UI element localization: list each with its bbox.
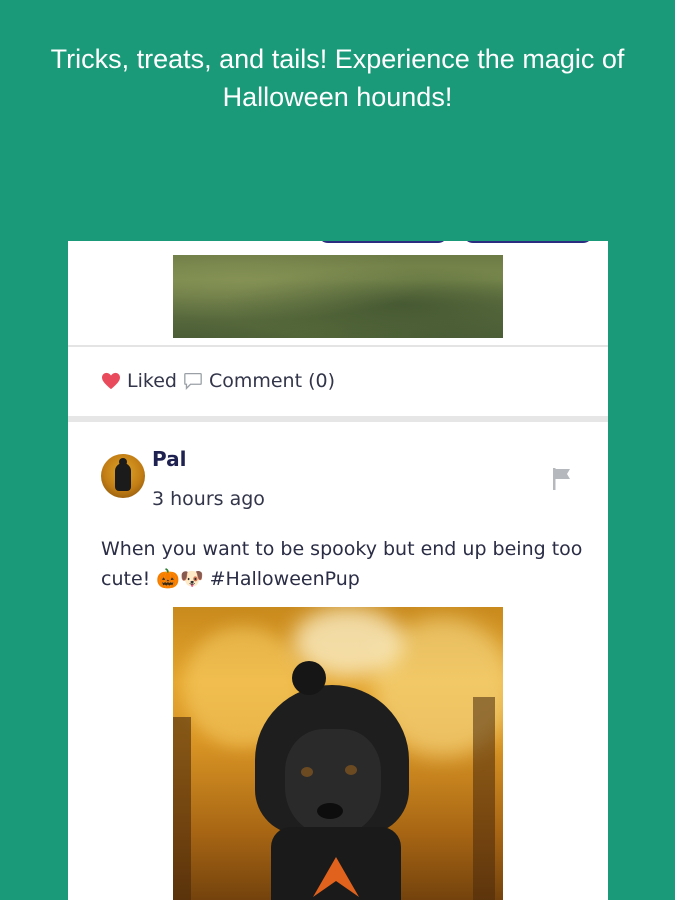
post-username[interactable]: Pal	[152, 447, 186, 471]
post-text: When you want to be spooky but end up be…	[101, 538, 583, 590]
avatar[interactable]	[101, 454, 145, 498]
like-label: Liked	[127, 370, 177, 392]
like-button[interactable]: Liked	[101, 370, 177, 392]
post-image[interactable]	[173, 607, 503, 900]
post-actions: Liked Comment (0)	[101, 367, 335, 395]
comment-icon	[183, 372, 203, 390]
promo-headline: Tricks, treats, and tails! Experience th…	[50, 44, 625, 112]
divider	[68, 345, 608, 347]
tag-button[interactable]	[318, 241, 448, 243]
post-timestamp: 3 hours ago	[152, 488, 265, 510]
heart-icon	[101, 372, 121, 390]
previous-post-image[interactable]	[173, 255, 503, 338]
comment-label: Comment (0)	[208, 370, 335, 392]
post-separator	[68, 416, 608, 422]
comment-button[interactable]: Comment (0)	[183, 370, 335, 392]
tag-button[interactable]	[463, 241, 593, 243]
flag-icon[interactable]	[551, 467, 573, 491]
app-screen: Liked Comment (0) Pal 3 hours ago When y…	[68, 241, 608, 900]
